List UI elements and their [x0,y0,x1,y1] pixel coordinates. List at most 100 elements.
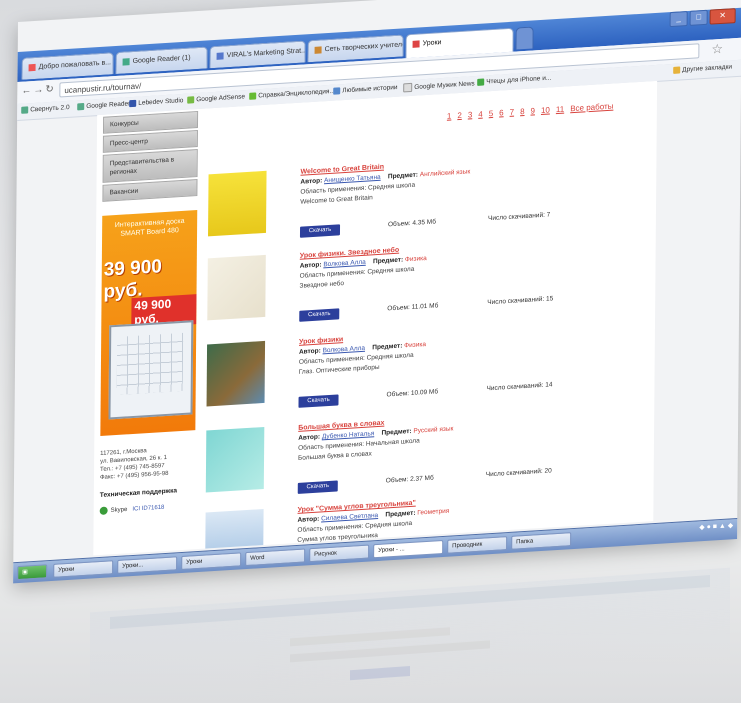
taskbar-item[interactable]: Уроки [53,560,114,578]
bookmark-item[interactable]: Google Reader [77,100,131,111]
bookmark-item[interactable]: Lebedev Studio [129,97,183,108]
skype-icon [99,506,108,516]
system-tray: ◆ ● ■ ▲ ◆ [699,522,734,532]
author-link[interactable]: Волкова Алла [323,259,366,269]
taskbar-item[interactable]: Word [245,548,306,567]
bookmark-label: Чтецы для iPhone и... [486,74,552,86]
bookmark-item[interactable]: Чтецы для iPhone и... [477,74,551,86]
bookmark-item[interactable]: Google AdSense [187,93,245,104]
file-volume: Объем: 4.35 Мб [387,218,436,229]
page-link[interactable]: 7 [510,108,515,117]
taskbar-item[interactable]: Рисунок [309,544,370,563]
left-sidebar: Конкурсы Пресс-центр Представительства в… [99,110,199,516]
subject-link[interactable]: Физика [404,341,426,349]
minimize-icon[interactable]: _ [669,11,688,28]
web-page: Конкурсы Пресс-центр Представительства в… [93,80,658,556]
author-label: Автор: [297,515,320,524]
subject-label: Предмет: [381,427,412,437]
bookmark-item[interactable]: Свернуть 2.0 [21,104,70,114]
download-count: Число скачиваний: 15 [487,295,554,307]
bookmark-label: Любимые истории [342,83,398,95]
menu-item-regions[interactable]: Представительства в регионах [102,149,198,183]
page-link[interactable]: 9 [531,106,536,115]
bookmark-icon [77,102,85,111]
skype-id: ICI ID71618 [132,504,165,513]
file-volume: Объем: 10.09 Мб [386,388,439,399]
file-volume: Объем: 11.01 Мб [387,302,439,313]
page-link[interactable]: 8 [520,107,525,116]
tab-label: Сеть творческих учителей [324,41,404,54]
window-controls: _ □ ✕ [669,8,736,32]
subject-label: Предмет: [373,256,404,266]
subject-link[interactable]: Русский язык [413,425,453,434]
taskbar-item[interactable]: Уроки [181,552,242,571]
new-tab-button[interactable] [515,26,534,50]
start-button[interactable]: ▣ [17,564,48,581]
taskbar-item[interactable]: Уроки... [117,556,178,574]
bookmark-label: Свернуть 2.0 [30,104,70,114]
tab-4[interactable]: Сеть творческих учителей [307,34,404,63]
page-link[interactable]: 11 [556,105,564,115]
reload-icon[interactable]: ↻ [45,84,53,96]
taskbar-item-active[interactable]: Уроки - ... [373,539,444,559]
download-button[interactable]: Скачать [298,394,339,408]
author-link[interactable]: Дубенко Наталья [322,430,375,440]
tab-1[interactable]: Добро пожаловать в... [21,52,114,80]
other-bookmarks[interactable]: Другие закладки [673,63,732,74]
star-icon[interactable]: ☆ [711,41,723,58]
taskbar-item[interactable]: Проводник [447,536,508,554]
author-label: Автор: [298,433,321,442]
favicon-icon [412,40,420,48]
banner-headline: Интерактивная доска SMART Board 480 [114,217,185,238]
back-icon[interactable]: ← [21,85,31,97]
maximize-icon[interactable]: □ [689,9,708,26]
page-link[interactable]: 10 [541,105,550,115]
bookmark-icon [403,82,413,93]
skype-contact[interactable]: Skype ICI ID71618 [99,501,195,516]
bookmark-label: Google AdSense [196,93,246,104]
download-count: Число скачиваний: 14 [486,381,553,393]
ad-banner[interactable]: Интерактивная доска SMART Board 480 39 9… [100,210,198,436]
bookmark-item[interactable]: Google Мужик News [403,79,475,93]
folder-icon [673,66,681,74]
page-link[interactable]: 2 [457,111,462,120]
taskbar-item[interactable]: Папка [511,532,572,550]
item-thumbnail[interactable] [207,254,266,321]
page-link[interactable]: 4 [478,110,483,119]
author-link[interactable]: Волкова Алла [323,345,366,355]
menu-item-vacancies[interactable]: Вакансии [102,179,198,202]
tab-2[interactable]: Google Reader (1) [115,46,208,75]
file-volume: Объем: 2.37 Мб [385,474,434,485]
item-thumbnail[interactable] [208,170,267,237]
photo-stage: Добро пожаловать в... Google Reader (1) … [0,0,741,703]
download-button[interactable]: Скачать [299,224,341,238]
author-label: Автор: [300,177,323,186]
bookmark-label: Google Reader [86,100,131,111]
skype-label: Skype [110,506,128,514]
subject-link[interactable]: Английский язык [420,168,470,178]
author-link[interactable]: Силаева Светлана [321,512,378,522]
monitor-screen: Добро пожаловать в... Google Reader (1) … [13,0,741,584]
item-thumbnail[interactable] [205,426,265,493]
subject-label: Предмет: [385,509,416,519]
tab-3[interactable]: VIRAL's Marketing Strat... [209,40,306,69]
address-block: 117261, г.Москва ул. Вавиловская, 26 к. … [100,444,195,482]
download-button[interactable]: Скачать [297,480,338,494]
bookmark-item[interactable]: Справка/Энциклопедия... [249,88,335,100]
all-works-link[interactable]: Все работы [570,102,613,114]
subject-link[interactable]: Физика [405,255,427,263]
page-link[interactable]: 5 [489,109,494,118]
page-link[interactable]: 6 [499,108,504,117]
close-icon[interactable]: ✕ [709,8,736,25]
bookmark-item[interactable]: Любимые истории [333,83,398,95]
download-button[interactable]: Скачать [299,308,340,322]
author-link[interactable]: Анищенко Татьяна [324,174,381,184]
forward-icon[interactable]: → [33,84,43,96]
page-link[interactable]: 1 [447,111,452,120]
subject-label: Предмет: [387,171,419,181]
page-link[interactable]: 3 [468,110,473,119]
tab-label: Google Reader (1) [132,54,191,65]
bookmark-icon [249,92,257,100]
subject-link[interactable]: Геометрия [417,508,449,517]
item-thumbnail[interactable] [206,340,266,407]
